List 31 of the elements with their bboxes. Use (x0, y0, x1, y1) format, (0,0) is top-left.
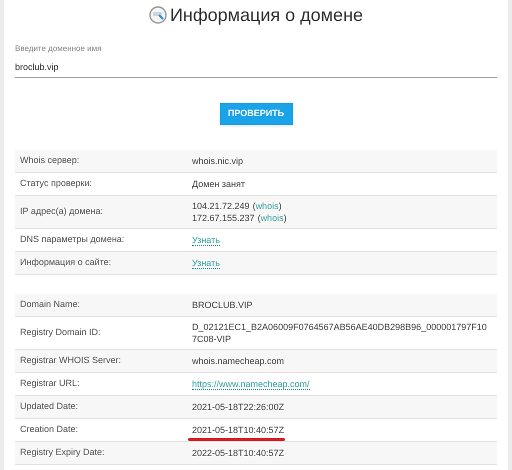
field-label: Информация о сайте: (19, 256, 112, 270)
field-label: Registrar URL: (19, 377, 81, 390)
value-link[interactable]: Узнать (192, 258, 220, 269)
field-label: Registrar WHOIS Server: (19, 354, 122, 368)
ip-address: 104.21.72.249 (192, 201, 250, 211)
domain-input-field[interactable]: broclub.vip (15, 61, 497, 78)
field-value: D_02121EC1_B2A06009F0764567AB56AE40DB298B96_000001797F107C08-VIP (192, 321, 487, 345)
field-label: Registry Domain ID: (19, 326, 102, 340)
field-value: BROCLUB.VIP (192, 299, 254, 311)
field-label: Статус проверки: (19, 177, 93, 190)
field-value: 2021-05-18T22:26:00Z (192, 401, 286, 413)
ip-address: 172.67.155.237 (192, 213, 255, 223)
field-label: Updated Date: (19, 400, 80, 414)
page-title: Информация о домене (170, 4, 364, 27)
field-value: whois.namecheap.com (192, 355, 286, 367)
field-value: Домен занят (192, 178, 246, 190)
field-label: IP адрес(а) домена: (19, 205, 104, 218)
field-label: Domain Name: (19, 298, 82, 312)
field-label: Введите доменное имя (15, 44, 102, 54)
field-label: Registry Expiry Date: (19, 446, 106, 460)
value-link[interactable]: Узнать (192, 235, 220, 246)
whois-link[interactable]: (whois) (258, 213, 287, 223)
field-label: Creation Date: (19, 423, 80, 436)
field-value: 2021-05-18T10:40:57Z (192, 424, 286, 436)
value-link[interactable]: https://www.namecheap.com/ (192, 379, 310, 390)
field-value: whois.nic.vip (192, 155, 244, 167)
field-label: Whois сервер: (19, 154, 80, 168)
field-value: 2022-05-18T10:40:57Z (192, 447, 286, 459)
whois-link[interactable]: (whois) (252, 201, 282, 211)
field-label: DNS параметры домена: (19, 233, 126, 246)
check-button[interactable]: ПРОВЕРИТЬ (220, 103, 292, 125)
